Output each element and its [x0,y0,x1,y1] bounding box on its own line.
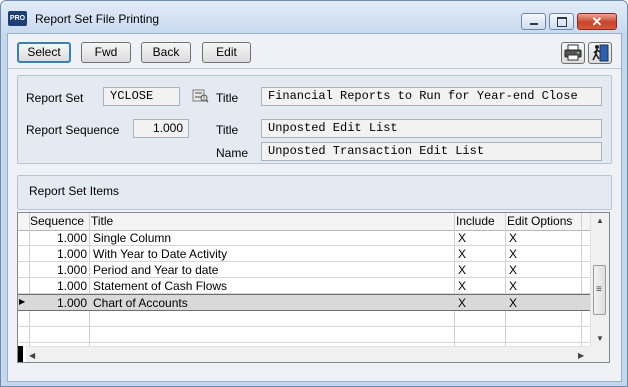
report-set-items-panel: Report Set Items [17,175,612,210]
close-icon: ✕ [591,14,603,29]
title-label: Title [216,123,239,137]
title-cell: Single Column [93,231,172,245]
report-set-items-grid[interactable]: Sequence Title Include Edit Options 1.00… [17,212,610,363]
table-row-empty[interactable] [18,327,590,343]
edit-button[interactable]: Edit [202,42,251,63]
include-cell: X [458,247,467,261]
grip-icon: ≡ [596,284,602,295]
sequence-cell: 1.000 [56,247,87,261]
edit-options-cell: X [509,231,518,245]
report-set-label: Report Set [26,91,84,105]
report-title-field[interactable]: Unposted Edit List [261,119,602,138]
sequence-cell: 1.000 [56,263,87,277]
close-button[interactable]: ✕ [577,13,617,30]
panel-title: Report Set Items [29,184,120,198]
edit-options-cell: X [509,296,518,310]
minimize-icon [530,23,538,25]
include-cell: X [458,263,467,277]
scroll-left-icon[interactable]: ◀ [29,351,35,360]
sequence-cell: 1.000 [56,231,87,245]
fwd-button[interactable]: Fwd [81,42,131,63]
report-name-field[interactable]: Unposted Transaction Edit List [261,142,602,161]
window-title: Report Set File Printing [35,12,160,26]
select-button[interactable]: Select [17,42,71,63]
edit-options-cell: X [509,247,518,261]
exit-door-icon [592,44,609,62]
title-cell: Chart of Accounts [93,296,188,310]
table-row[interactable]: 1.000 Period and Year to date X X [18,262,590,278]
sequence-cell: 1.000 [56,279,87,293]
minimize-button[interactable] [521,13,546,30]
maximize-button[interactable] [549,13,574,30]
lookup-icon [192,89,209,103]
table-row[interactable]: 1.000 Single Column X X [18,230,590,246]
row-pointer-icon: ▶ [19,297,26,306]
report-header-panel: Report Set YCLOSE Title Financial Report… [17,75,612,164]
report-set-field[interactable]: YCLOSE [103,87,180,106]
app-logo-icon: PRO [8,11,27,26]
back-button[interactable]: Back [141,42,191,63]
report-set-file-printing-window: PRO Report Set File Printing ✕ Select Fw… [0,0,628,387]
table-row[interactable]: 1.000 With Year to Date Activity X X [18,246,590,262]
exit-button[interactable] [588,42,612,64]
title-bar[interactable]: PRO Report Set File Printing ✕ [1,1,627,33]
column-header-edit-options[interactable]: Edit Options [507,214,572,228]
title-cell: Statement of Cash Flows [93,279,228,293]
sequence-cell: 1.000 [56,296,87,310]
printer-icon [564,44,582,61]
report-sequence-label: Report Sequence [26,123,120,137]
table-row-selected[interactable]: ▶ 1.000 Chart of Accounts X X [18,294,590,311]
column-header-title[interactable]: Title [91,214,113,228]
include-cell: X [458,279,467,293]
scrollbar-thumb[interactable]: ≡ [593,265,606,315]
edit-options-cell: X [509,279,518,293]
table-row-empty[interactable] [18,311,590,327]
client-area: Select Fwd Back Edit Report Set YCLOSE T… [7,33,622,382]
title-cell: Period and Year to date [93,263,219,277]
print-button[interactable] [561,42,585,64]
include-cell: X [458,296,467,310]
scroll-down-icon[interactable]: ▼ [596,334,604,343]
edit-options-cell: X [509,263,518,277]
scrollbar-corner [590,346,609,362]
report-sequence-field[interactable]: 1.000 [133,119,189,138]
toolbar: Select Fwd Back Edit [8,34,621,69]
title-cell: With Year to Date Activity [93,247,228,261]
name-label: Name [216,146,249,160]
table-row[interactable]: 1.000 Statement of Cash Flows X X [18,278,590,294]
vertical-scrollbar[interactable]: ▲ ≡ ▼ [590,213,609,346]
include-cell: X [458,231,467,245]
scroll-right-icon[interactable]: ▶ [578,351,584,360]
lookup-button[interactable] [192,87,209,104]
column-header-sequence[interactable]: Sequence [30,214,84,228]
splitter-handle[interactable] [18,346,23,362]
column-header-include[interactable]: Include [456,214,495,228]
scroll-up-icon[interactable]: ▲ [596,216,604,225]
maximize-icon [557,17,567,27]
report-set-title-field[interactable]: Financial Reports to Run for Year-end Cl… [261,87,602,106]
title-label: Title [216,91,239,105]
horizontal-scrollbar[interactable]: ◀ ▶ [26,346,590,362]
